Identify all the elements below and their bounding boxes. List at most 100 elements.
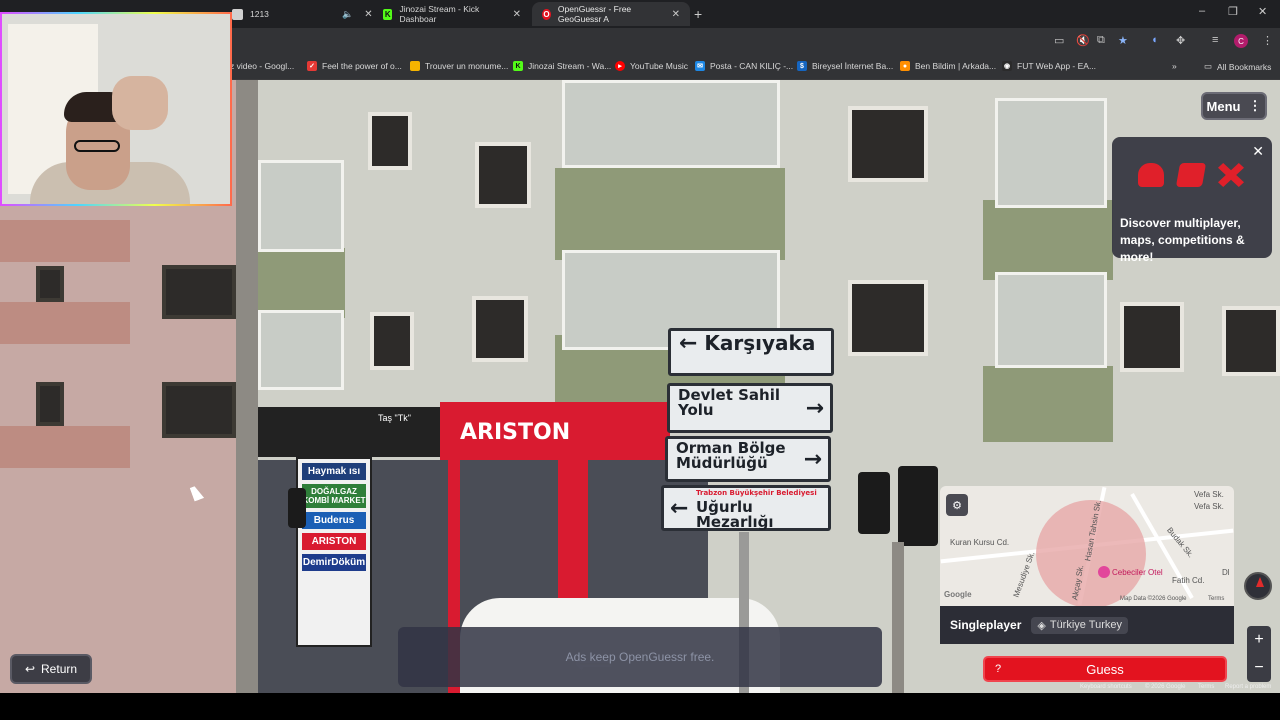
minimize-button[interactable]: – <box>1199 5 1205 17</box>
profile-avatar[interactable]: C <box>1234 34 1248 48</box>
window <box>848 106 928 182</box>
bookmark-star-icon[interactable]: ★ <box>1118 34 1128 47</box>
balcony <box>555 168 785 260</box>
competition-icon <box>1218 163 1244 187</box>
bookmark-item[interactable]: ▸ YouTube Music <box>615 61 688 71</box>
traffic-light <box>898 466 938 546</box>
balcony-glass <box>995 98 1107 208</box>
copyright-text: © 2026 Google <box>1145 684 1186 690</box>
translate-icon[interactable]: ⧉ <box>1097 34 1105 47</box>
shop-ad-stand: Haymak ısı DOĞALGAZ KOMBİ MARKET Buderus… <box>296 457 372 647</box>
help-icon[interactable]: ? <box>995 663 1001 675</box>
bookmark-item[interactable]: ✓ Feel the power of o... <box>307 61 402 71</box>
terms-link[interactable]: Terms <box>1198 684 1214 690</box>
menu-button[interactable]: Menu ⋮ <box>1201 92 1267 120</box>
country-label: Türkiye Turkey <box>1049 619 1122 631</box>
mute-icon[interactable]: 🔇 <box>1076 34 1090 47</box>
keyboard-shortcuts-link[interactable]: Keyboard shortcuts <box>1080 684 1132 690</box>
sign-text: Müdürlüğü <box>676 454 768 472</box>
promo-text: Discover multiplayer, maps, competitions… <box>1120 216 1245 264</box>
close-icon[interactable]: ✕ <box>672 9 680 20</box>
bookmark-item[interactable]: $ Bireysel İnternet Ba... <box>797 61 893 71</box>
window <box>1120 302 1184 372</box>
zoom-out-button[interactable]: − <box>1247 654 1271 682</box>
bookmark-label: FUT Web App - EA... <box>1017 61 1097 71</box>
bookmark-item[interactable]: ● Ben Bildim | Arkada... <box>900 61 996 71</box>
close-icon[interactable]: ✕ <box>513 9 521 20</box>
bookmark-label: Trouver un monume... <box>425 61 509 71</box>
bookmark-label: YouTube Music <box>630 61 688 71</box>
restore-button[interactable]: ❐ <box>1228 5 1238 18</box>
bookmark-item[interactable]: ✉ Posta - CAN KILIÇ -... <box>695 61 793 71</box>
webcam-overlay <box>0 12 232 206</box>
tab-kick-dashboard[interactable]: K Jinozai Stream - Kick Dashboar ✕ <box>373 2 531 26</box>
map-settings-icon[interactable]: ⚙ <box>946 494 968 516</box>
chevron-right-icon[interactable]: » <box>1172 61 1177 71</box>
bookmark-item[interactable]: z video - Googl... <box>230 61 294 71</box>
promo-icons <box>1138 163 1244 187</box>
guess-minimap[interactable]: Vefa Sk. Vefa Sk. Kuran Kursu Cd. Hasan … <box>940 486 1234 606</box>
map-stack-icon: ◈ <box>1037 619 1046 632</box>
close-icon[interactable]: ✕ <box>1252 143 1264 160</box>
speaker-icon[interactable]: 🔈 <box>342 9 353 20</box>
folder-icon: ▭ <box>1204 61 1213 71</box>
close-window-button[interactable]: ✕ <box>1258 5 1267 18</box>
extensions-puzzle-icon[interactable]: ✥ <box>1176 34 1185 47</box>
webcam-person-glasses <box>74 140 120 152</box>
kick-icon: K <box>513 61 523 71</box>
return-arrow-icon: ↩ <box>24 662 36 676</box>
ea-icon: ◉ <box>1002 61 1012 71</box>
window <box>36 266 64 302</box>
ariston-logo-text: ARISTON <box>460 420 571 445</box>
tab-audio-controls[interactable]: 🔈 ✕ <box>332 2 373 26</box>
youtube-music-icon: ▸ <box>615 61 625 71</box>
bookmark-label: Ben Bildim | Arkada... <box>915 61 997 71</box>
bottom-black-bar <box>0 693 1280 720</box>
new-tab-button[interactable]: + <box>694 6 702 22</box>
arrow-right-icon: → <box>805 396 824 421</box>
ariston-shop-sign: ARISTON <box>440 402 670 462</box>
google-logo: Google <box>944 590 972 599</box>
zoom-controls: + − <box>1247 626 1271 682</box>
sign-text: Trabzon Büyükşehir Belediyesi <box>696 489 817 497</box>
close-icon[interactable]: ✕ <box>364 9 372 20</box>
shop-sign-dark: Taş "Tk" <box>258 407 440 457</box>
bookmark-favicon: ● <box>900 61 910 71</box>
bookmark-label: z video - Googl... <box>230 61 295 71</box>
sign-text: Karşıyaka <box>704 331 816 355</box>
map-label: Vefa Sk. <box>1194 502 1224 511</box>
balcony-glass <box>995 272 1107 368</box>
sign-text: Uğurlu Mezarlığı <box>696 498 774 531</box>
map-label: Dl <box>1222 568 1230 577</box>
browser-menu-icon[interactable]: ⋮ <box>1262 34 1273 47</box>
report-problem-link[interactable]: Report a problem <box>1225 684 1271 690</box>
balcony-glass <box>562 80 780 168</box>
bookmark-item[interactable]: Trouver un monume... <box>410 61 508 71</box>
window <box>162 265 236 319</box>
all-bookmarks-button[interactable]: ▭ All Bookmarks <box>1204 61 1271 72</box>
traffic-pole <box>892 542 904 693</box>
tab-openguessr[interactable]: O OpenGuessr - Free GeoGuessr A ✕ <box>532 2 690 26</box>
tab-title: Jinozai Stream - Kick Dashboar <box>399 4 480 24</box>
stand-sign: DemirDöküm <box>302 554 366 571</box>
map-icon <box>1175 163 1207 187</box>
guess-button[interactable]: ? Guess <box>983 656 1227 682</box>
bookmark-item[interactable]: K Jinozai Stream - Wa... <box>513 61 611 71</box>
country-badge[interactable]: ◈ Türkiye Turkey <box>1031 616 1128 634</box>
map-label: Mesudiye Sk. <box>1011 550 1037 599</box>
direction-sign: Devlet Sahil Yolu → <box>667 383 833 433</box>
map-terms-link[interactable]: Terms <box>1208 596 1224 602</box>
compass-icon[interactable] <box>1244 572 1272 600</box>
return-button[interactable]: ↩ Return <box>10 654 92 684</box>
zoom-in-button[interactable]: + <box>1247 626 1271 654</box>
tab-title: OpenGuessr - Free GeoGuessr A <box>557 4 632 24</box>
extension-icon[interactable]: ◖ <box>1151 34 1158 46</box>
window <box>1222 306 1280 376</box>
cast-icon[interactable]: ▭ <box>1054 34 1064 47</box>
utility-pole <box>236 80 258 693</box>
game-mode: Singleplayer <box>950 618 1022 632</box>
media-control-icon[interactable]: ≡ <box>1212 34 1218 46</box>
window <box>162 382 236 438</box>
bookmark-item[interactable]: ◉ FUT Web App - EA... <box>1002 61 1096 71</box>
promo-popup[interactable]: ✕ Discover multiplayer, maps, competitio… <box>1112 137 1272 264</box>
